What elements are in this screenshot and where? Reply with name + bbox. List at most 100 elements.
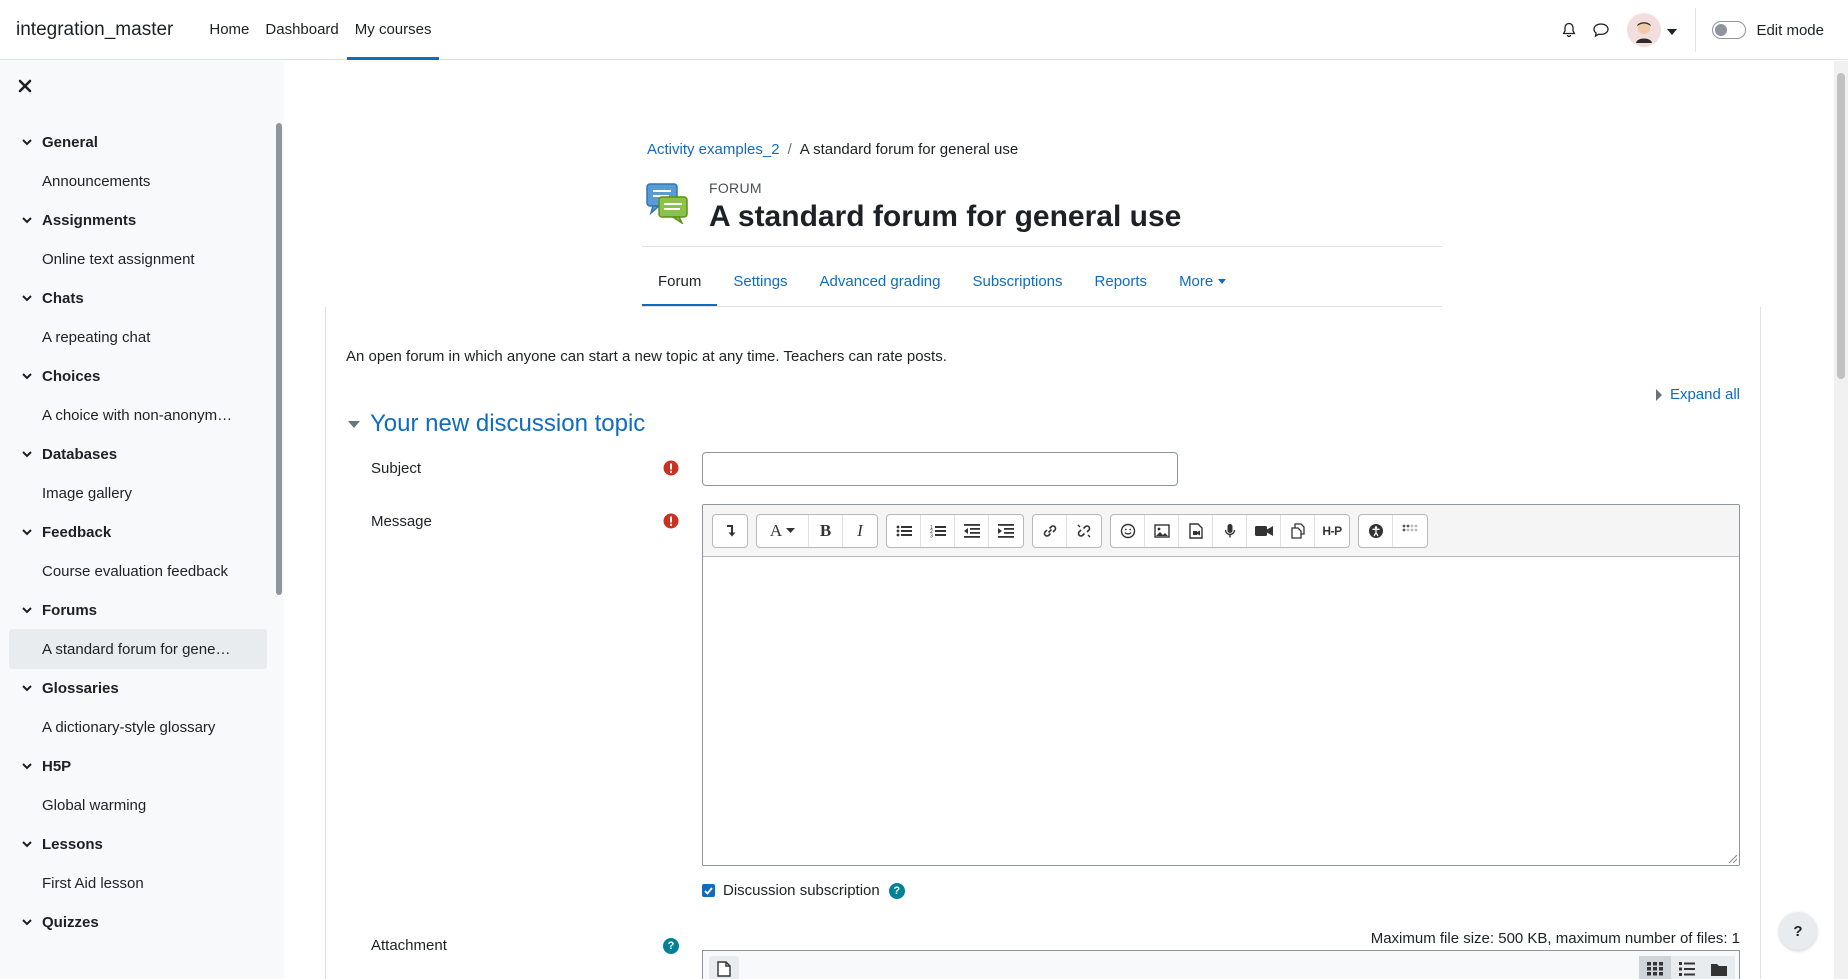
tab-more[interactable]: More xyxy=(1163,256,1243,307)
required-icon xyxy=(663,513,679,529)
tab-subscriptions[interactable]: Subscriptions xyxy=(956,256,1078,307)
editor-toolbar: A B I 123 H-P xyxy=(703,505,1739,557)
section-glossaries[interactable]: Glossaries xyxy=(0,669,272,707)
chevron-down-icon[interactable] xyxy=(20,837,34,851)
edit-mode-toggle[interactable]: Edit mode xyxy=(1712,21,1824,39)
section-feedback[interactable]: Feedback xyxy=(0,513,272,551)
header-text: FORUM A standard forum for general use xyxy=(709,180,1181,234)
ordered-list-icon[interactable]: 123 xyxy=(921,514,955,547)
section-legend: Your new discussion topic xyxy=(370,410,646,437)
site-brand[interactable]: integration_master xyxy=(16,19,173,41)
section-h5p[interactable]: H5P xyxy=(0,747,272,785)
h5p-icon[interactable]: H-P xyxy=(1315,515,1349,547)
collapse-toolbar-icon[interactable] xyxy=(713,515,747,547)
tab-more-label: More xyxy=(1179,273,1214,290)
scrollbar-thumb[interactable] xyxy=(1837,73,1845,379)
breadcrumb-current: A standard forum for general use xyxy=(799,141,1019,158)
chevron-down-icon[interactable] xyxy=(20,915,34,929)
section-title: Databases xyxy=(42,445,118,463)
section-chats[interactable]: Chats xyxy=(0,279,272,317)
course-index-item[interactable]: First Aid lesson xyxy=(9,863,267,903)
discussion-subscription: Discussion subscription ? xyxy=(702,882,905,899)
course-index-item[interactable]: Global warming xyxy=(9,785,267,825)
section-choices[interactable]: Choices xyxy=(0,357,272,395)
course-index-item[interactable]: Course evaluation feedback xyxy=(9,551,267,591)
section-quizzes[interactable]: Quizzes xyxy=(0,903,272,941)
indent-icon[interactable] xyxy=(989,515,1023,547)
chevron-down-icon[interactable] xyxy=(20,135,34,149)
list-view-icon[interactable] xyxy=(1671,956,1703,979)
close-icon[interactable] xyxy=(18,79,36,97)
help-icon[interactable]: ? xyxy=(663,938,679,954)
section-assignments[interactable]: Assignments xyxy=(0,201,272,239)
nav-my-courses[interactable]: My courses xyxy=(346,0,440,60)
bold-icon[interactable]: B xyxy=(809,514,843,547)
chevron-down-icon xyxy=(1218,278,1227,284)
expand-all-label: Expand all xyxy=(1669,386,1740,403)
page-scrollbar[interactable] xyxy=(1834,61,1848,979)
section-title: Glossaries xyxy=(42,679,119,697)
course-index-item[interactable]: A dictionary-style glossary xyxy=(9,707,267,747)
chevron-down-icon[interactable] xyxy=(20,447,34,461)
svg-text:3: 3 xyxy=(930,533,933,538)
image-icon[interactable] xyxy=(1145,514,1179,547)
chevron-down-icon[interactable] xyxy=(20,213,34,227)
discussion-section-toggle[interactable]: Your new discussion topic xyxy=(346,410,645,438)
unlink-icon[interactable] xyxy=(1067,515,1101,547)
paragraph-style-icon[interactable]: A xyxy=(757,514,809,547)
section-forums[interactable]: Forums xyxy=(0,591,272,629)
toolbar-group xyxy=(712,513,748,548)
course-index-item-active[interactable]: A standard forum for gene… xyxy=(9,629,267,669)
tab-advanced-grading[interactable]: Advanced grading xyxy=(804,256,957,307)
outdent-icon[interactable] xyxy=(955,514,989,547)
microphone-icon[interactable] xyxy=(1213,514,1247,547)
expand-all-link[interactable]: Expand all xyxy=(1655,386,1740,403)
chevron-down-icon[interactable] xyxy=(20,369,34,383)
course-index-item[interactable]: Online text assignment xyxy=(9,239,267,279)
video-icon[interactable] xyxy=(1247,514,1281,547)
chevron-down-icon[interactable] xyxy=(20,291,34,305)
subject-input[interactable] xyxy=(702,452,1178,486)
section-lessons[interactable]: Lessons xyxy=(0,825,272,863)
toggle-switch[interactable] xyxy=(1712,21,1747,39)
course-index-item[interactable]: Image gallery xyxy=(9,473,267,513)
course-index-item[interactable]: Announcements xyxy=(9,161,267,201)
chat-icon[interactable] xyxy=(1585,14,1617,46)
breadcrumb-course-link[interactable]: Activity examples_2 xyxy=(647,141,780,158)
emoji-icon[interactable] xyxy=(1111,514,1145,547)
nav-dashboard[interactable]: Dashboard xyxy=(257,0,346,60)
grid-view-icon[interactable] xyxy=(1639,956,1671,979)
chevron-down-icon[interactable] xyxy=(20,603,34,617)
chevron-down-icon[interactable] xyxy=(1667,22,1678,39)
message-content-area[interactable] xyxy=(703,557,1739,865)
help-icon[interactable]: ? xyxy=(888,882,905,899)
add-file-icon[interactable] xyxy=(709,956,739,979)
avatar[interactable] xyxy=(1627,13,1662,47)
chevron-down-icon[interactable] xyxy=(20,525,34,539)
tab-settings[interactable]: Settings xyxy=(717,256,803,307)
media-icon[interactable] xyxy=(1179,514,1213,547)
folder-view-icon[interactable] xyxy=(1703,956,1735,979)
course-index-item[interactable]: A choice with non-anonym… xyxy=(9,395,267,435)
section-general[interactable]: General xyxy=(0,123,272,161)
italic-icon[interactable]: I xyxy=(843,515,877,547)
chevron-down-icon[interactable] xyxy=(20,759,34,773)
link-icon[interactable] xyxy=(1033,514,1067,547)
section-databases[interactable]: Databases xyxy=(0,435,272,473)
screenreader-helper-icon[interactable] xyxy=(1393,515,1427,547)
unordered-list-icon[interactable] xyxy=(887,514,921,547)
required-icon xyxy=(663,460,679,476)
chevron-down-icon[interactable] xyxy=(20,681,34,695)
drawer-scrollbar[interactable] xyxy=(276,123,282,595)
bell-icon[interactable] xyxy=(1553,14,1585,46)
help-button[interactable]: ? xyxy=(1779,912,1817,950)
tab-forum[interactable]: Forum xyxy=(642,256,718,307)
tab-reports[interactable]: Reports xyxy=(1079,256,1164,307)
resize-handle-icon[interactable] xyxy=(1729,855,1737,863)
toolbar-group: H-P xyxy=(1110,513,1350,548)
subscription-checkbox[interactable] xyxy=(702,884,715,897)
accessibility-checker-icon[interactable] xyxy=(1359,514,1393,547)
nav-home[interactable]: Home xyxy=(201,0,257,60)
course-index-item[interactable]: A repeating chat xyxy=(9,317,267,357)
manage-files-icon[interactable] xyxy=(1281,514,1315,547)
